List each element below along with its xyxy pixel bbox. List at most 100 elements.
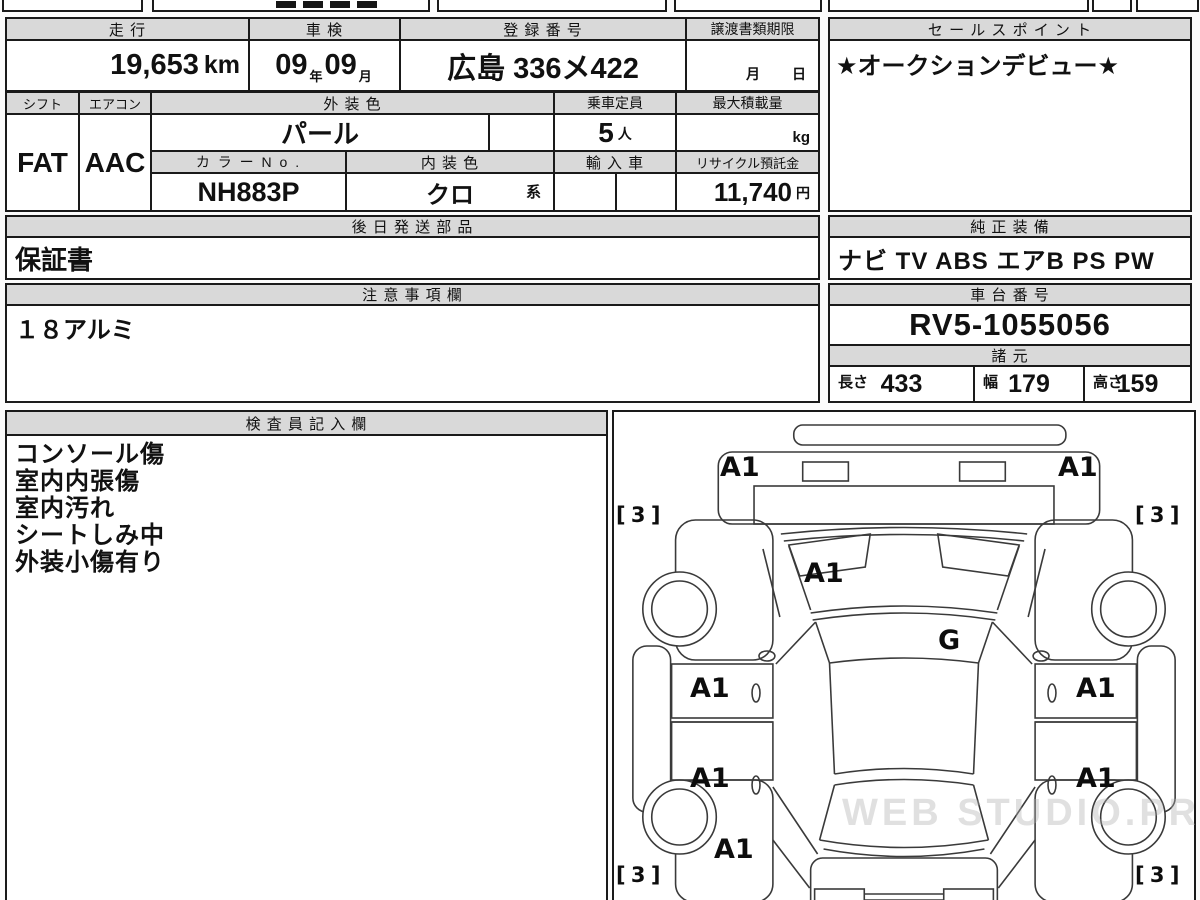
shaken-header-label: 車 検 [305,21,344,39]
shift-value: FAT [17,146,68,178]
sales-point-value: ★オークションデビュー★ [836,53,1120,80]
color-no-value-cell: NH883P [150,172,347,212]
aircon-value-cell: AAC [78,113,152,212]
mileage-unit: km [203,51,240,79]
transfer-day-suffix: 日 [792,66,806,82]
top-strip-cell [828,0,1089,12]
aircon-header: エアコン [78,91,152,115]
inspector-header-label: 検 査 員 記 入 欄 [245,415,368,433]
inspector-note: 室内内張傷 [15,468,140,495]
color-no-header-label: カ ラ ー N o . [195,154,302,170]
length-label: 長さ [838,374,869,391]
chassis-header: 車 台 番 号 [828,283,1192,306]
later-parts-header-label: 後 日 発 送 部 品 [351,219,474,236]
recycle-deposit-value-cell: 11,740 円 [675,172,820,212]
mileage-value: 19,653 [110,49,199,81]
width-cell: 幅 179 [973,365,1085,403]
recycle-deposit-header-label: リサイクル預託金 [695,155,800,171]
shift-header-label: シフト [22,96,62,112]
notes-header-label: 注 意 事 項 欄 [362,287,463,304]
dimensions-header: 諸 元 [828,344,1192,367]
sales-point-value-cell: ★オークションデビュー★ [828,39,1192,212]
aircon-header-label: エアコン [88,96,141,112]
damage-marker-tire-rear-left: [ 3 ] [616,863,660,887]
interior-color-header-label: 内 装 色 [420,154,480,172]
shaken-month: 09 [324,49,357,81]
auction-sheet: 走 行 車 検 登 録 番 号 譲渡書類期限 セ ー ル ス ポ イ ン ト 1… [0,0,1200,900]
mileage-header: 走 行 [5,17,250,41]
genuine-equipment-value-cell: ナビ TV ABS エアB PS PW [828,236,1192,280]
sales-point-header: セ ー ル ス ポ イ ン ト [828,17,1192,41]
mileage-value-cell: 19,653 km [5,39,250,92]
interior-color-header: 内 装 色 [345,150,555,174]
damage-marker-hood: A1 [804,558,844,589]
later-parts-value-cell: 保証書 [5,236,820,280]
top-strip-cell [437,0,667,12]
top-strip-cell [2,0,143,12]
transfer-month-suffix: 月 [746,66,760,82]
vehicle-damage-diagram: WEB STUDIO.PRO A1 A1 A1 G A1 A1 A1 A1 A1 [ 3 ] [ 3… [612,410,1200,900]
genuine-equipment-header: 純 正 装 備 [828,215,1192,238]
length-cell: 長さ 433 [828,365,975,403]
damage-marker-front-bumper-left: A1 [720,452,760,483]
max-load-value-cell: kg [675,113,820,152]
chassis-value-cell: RV5-1055056 [828,304,1192,346]
exterior-color-value-cell: パール [150,113,490,152]
top-strip-cell [1092,0,1132,12]
capacity-value-cell: 5 人 [553,113,677,152]
shaken-value-cell: 09 年 09 月 [248,39,401,92]
capacity-value: 5 [598,116,614,148]
notes-value: １８アルミ [15,317,135,344]
shift-header: シフト [5,91,80,115]
capacity-header-label: 乗車定員 [587,95,643,111]
import-car-value-cell [553,172,677,212]
recycle-deposit-value: 11,740 [713,176,792,207]
import-car-header-label: 輸 入 車 [585,154,645,172]
recycle-deposit-header: リサイクル預託金 [675,150,820,174]
top-strip-cell [674,0,822,12]
exterior-color-header-label: 外 装 色 [323,95,382,113]
inspector-notes-body: コンソール傷 室内内張傷 室内汚れ シートしみ中 外装小傷有り [5,434,608,900]
clipped-text-fragment [276,1,380,8]
notes-value-cell: １８アルミ [5,304,820,403]
interior-color-value-cell: クロ 系 [345,172,555,212]
transfer-docs-value-cell: 月 日 [685,39,820,92]
top-strip-cell [1136,0,1199,12]
registration-header: 登 録 番 号 [399,17,687,41]
inspector-note: 外装小傷有り [15,549,165,576]
transfer-docs-header: 譲渡書類期限 [685,17,820,41]
damage-marker-rear-door-right: A1 [1076,763,1116,794]
exterior-color-extra-cell [488,113,555,152]
length-value: 433 [880,369,923,398]
interior-color-suffix: 系 [525,184,541,201]
shaken-year: 09 [275,49,308,81]
chassis-header-label: 車 台 番 号 [970,287,1050,304]
capacity-header: 乗車定員 [553,91,677,115]
damage-marker-front-door-left: A1 [690,673,730,704]
exterior-color-value: パール [280,119,359,149]
damage-marker-tire-front-right: [ 3 ] [1135,503,1179,527]
inspector-header: 検 査 員 記 入 欄 [5,410,608,436]
sales-point-header-label: セ ー ル ス ポ イ ン ト [927,21,1093,39]
registration-value-cell: 広島 336メ422 [399,39,687,92]
color-no-header: カ ラ ー N o . [150,150,347,174]
damage-marker-rear-door-left: A1 [690,763,730,794]
dimensions-header-label: 諸 元 [991,348,1029,365]
watermark: WEB STUDIO.PRO [842,792,1200,834]
later-parts-value: 保証書 [15,245,94,275]
registration-value: 広島 336メ422 [447,52,639,85]
genuine-equipment-value: ナビ TV ABS エアB PS PW [838,248,1155,275]
damage-marker-front-door-right: A1 [1076,673,1116,704]
capacity-unit: 人 [617,126,632,142]
import-car-header: 輸 入 車 [553,150,677,174]
shaken-month-suffix: 月 [358,69,372,84]
shaken-year-suffix: 年 [309,69,323,84]
recycle-deposit-unit: 円 [796,185,810,201]
damage-marker-tire-rear-right: [ 3 ] [1135,863,1179,887]
exterior-color-header: 外 装 色 [150,91,555,115]
height-cell: 高さ 159 [1083,365,1192,403]
aircon-value: AAC [84,146,146,178]
top-strip-cell [152,0,430,12]
height-label: 高さ [1093,374,1124,391]
interior-color-value: クロ [426,181,474,209]
